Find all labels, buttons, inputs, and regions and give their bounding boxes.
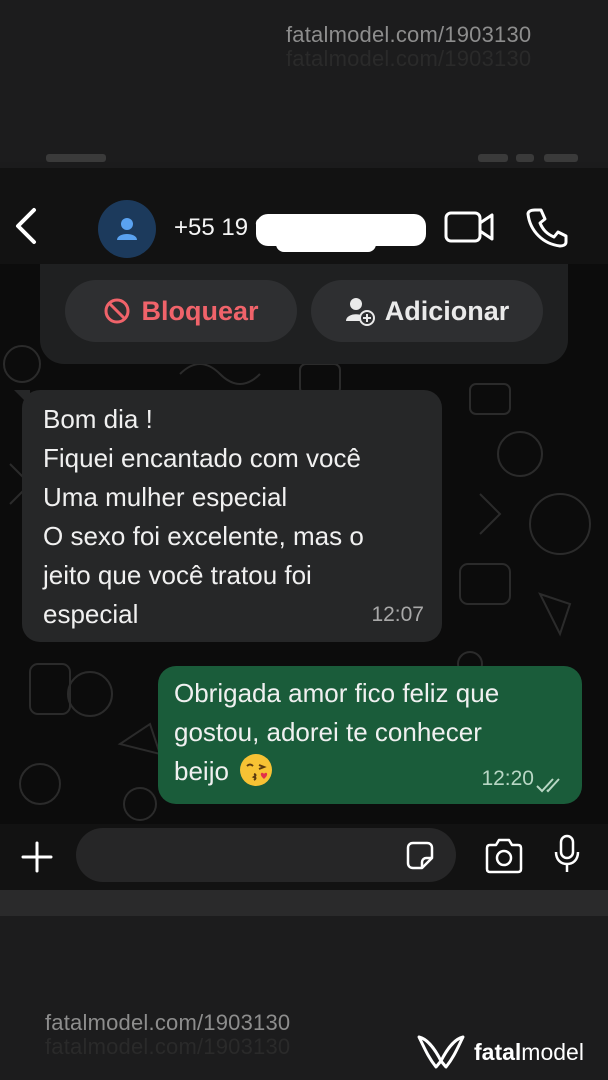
message-time: 12:20 xyxy=(481,767,534,790)
avatar-person-icon xyxy=(117,218,137,240)
avatar[interactable] xyxy=(98,200,156,258)
watermark-top: fatalmodel.com/1903130 xyxy=(286,22,532,47)
message-time: 12:07 xyxy=(371,603,424,626)
block-icon xyxy=(104,298,130,324)
brand-name: fatalmodel xyxy=(474,1038,584,1065)
message-line: beijo xyxy=(174,756,229,786)
plus-icon[interactable] xyxy=(20,840,54,874)
block-label: Bloquear xyxy=(141,295,259,326)
watermark-shadow-bottom: fatalmodel.com/1903130 xyxy=(45,1034,291,1059)
message-line: gostou, adorei te conhecer xyxy=(174,717,482,747)
bubble-tail xyxy=(14,390,30,406)
add-contact-button[interactable]: Adicionar xyxy=(311,280,543,342)
status-bar-clipped xyxy=(0,150,608,168)
chat-header: +55 19 9 xyxy=(0,168,608,264)
unknown-contact-actions: Bloquear Adicionar xyxy=(40,264,568,364)
video-call-icon[interactable] xyxy=(444,210,496,244)
block-button[interactable]: Bloquear xyxy=(65,280,297,342)
microphone-icon[interactable] xyxy=(553,834,581,876)
separator xyxy=(0,890,608,916)
butterfly-logo-icon xyxy=(417,1035,465,1069)
sticker-icon[interactable] xyxy=(404,840,436,872)
add-user-icon xyxy=(345,298,375,326)
camera-icon[interactable] xyxy=(484,838,524,874)
watermark-shadow-top: fatalmodel.com/1903130 xyxy=(286,46,532,71)
kiss-emoji-icon xyxy=(240,754,273,786)
watermark-bottom: fatalmodel.com/1903130 xyxy=(45,1010,291,1035)
back-arrow-icon[interactable] xyxy=(10,206,44,246)
outgoing-message[interactable]: Obrigada amor fico feliz que gostou, ado… xyxy=(158,666,582,804)
incoming-message[interactable]: Bom dia ! Fiquei encantado com você Uma … xyxy=(14,390,442,642)
message-line: especial xyxy=(43,599,139,629)
contact-name[interactable]: +55 19 9 xyxy=(174,214,268,242)
message-line: jeito que você tratou foi xyxy=(43,560,312,590)
message-line: O sexo foi excelente, mas o xyxy=(43,521,364,551)
message-line: Fiquei encantado com você xyxy=(43,443,361,473)
chat-area[interactable]: Bloquear Adicionar Bom dia ! Fiquei enca… xyxy=(0,264,608,824)
phone-call-icon[interactable] xyxy=(526,206,568,248)
add-contact-label: Adicionar xyxy=(384,295,510,326)
message-line: Obrigada amor fico feliz que xyxy=(174,678,500,708)
redaction-mark xyxy=(276,234,376,252)
message-input[interactable] xyxy=(76,828,456,882)
read-ticks-icon xyxy=(536,778,560,793)
brand-logo: fatalmodel xyxy=(416,1032,584,1072)
message-line: Uma mulher especial xyxy=(43,482,288,512)
composer-bar xyxy=(0,824,608,890)
message-line: Bom dia ! xyxy=(43,404,153,434)
